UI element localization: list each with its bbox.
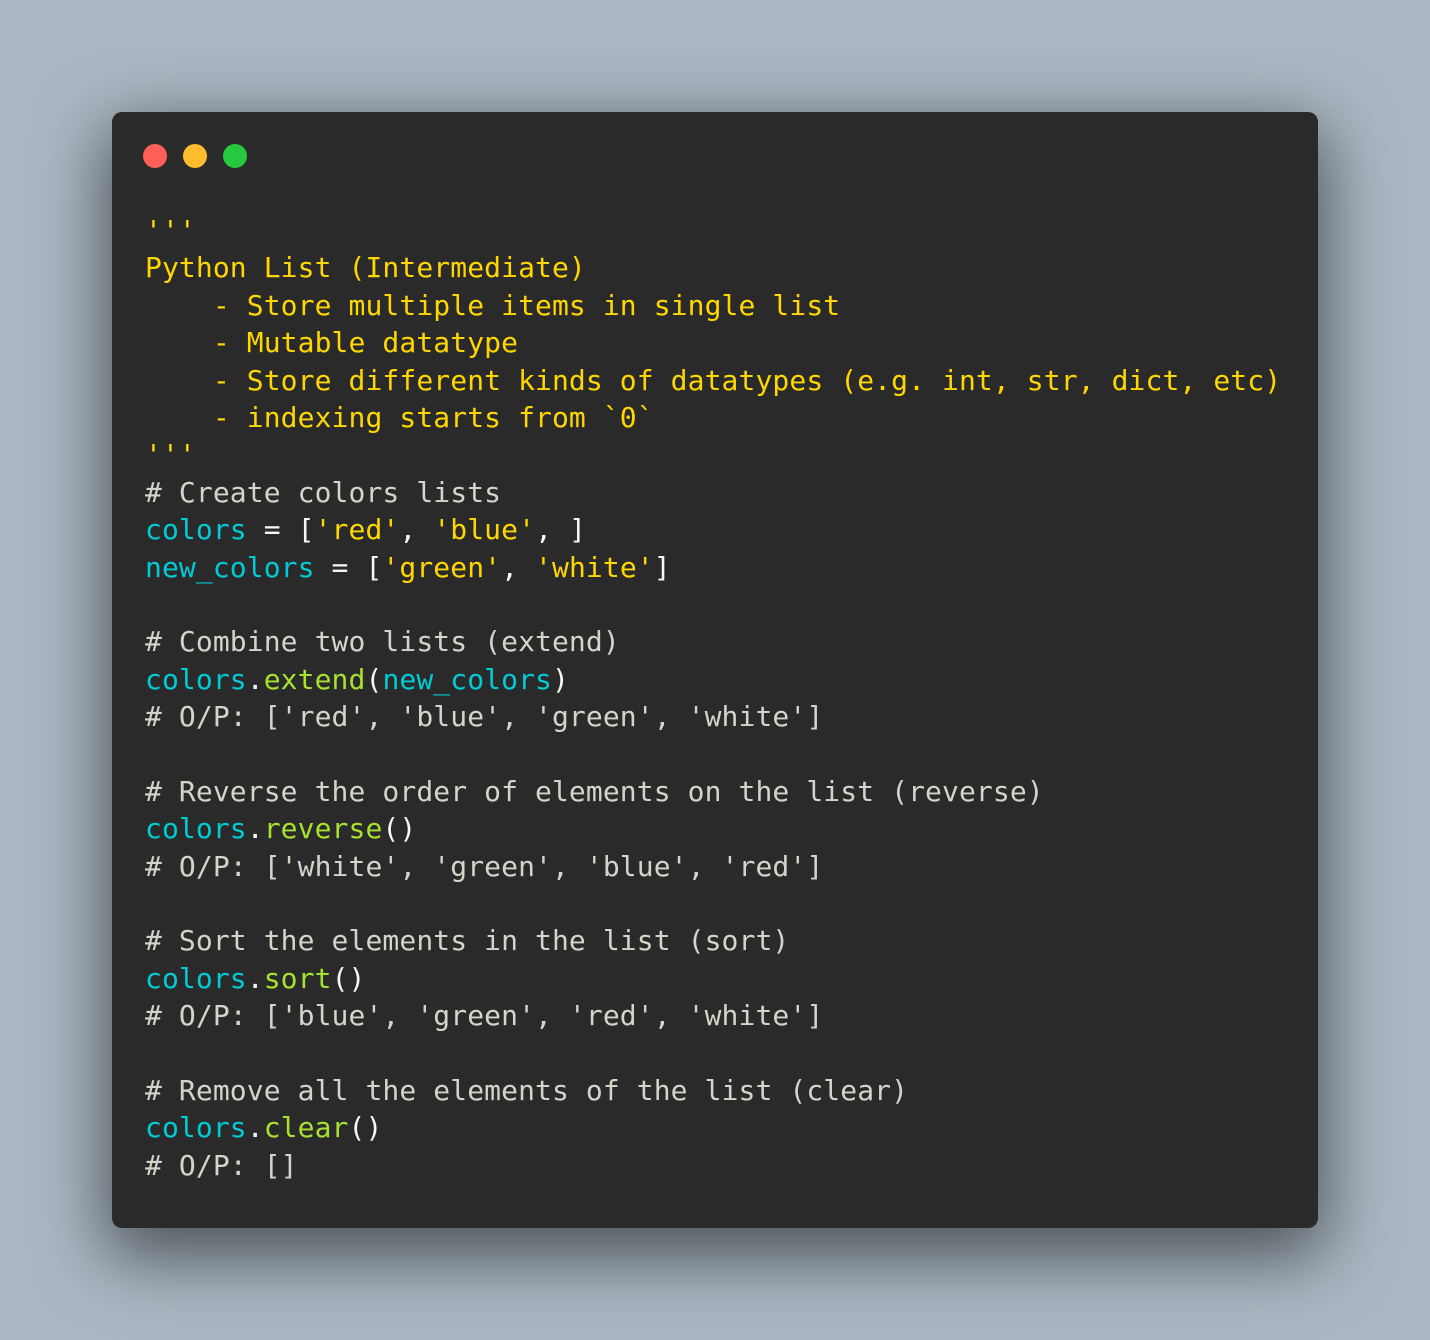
method-token: extend bbox=[263, 662, 366, 696]
comment-token: # Reverse the order of elements on the l… bbox=[145, 774, 1044, 808]
punctuation-token: . bbox=[246, 812, 264, 846]
variable-token: colors bbox=[145, 812, 247, 846]
comment-token: # Sort the elements in the list (sort) bbox=[145, 924, 790, 958]
code-line: # O/P: ['blue', 'green', 'red', 'white'] bbox=[145, 997, 1281, 1034]
punctuation-token: . bbox=[246, 1111, 264, 1145]
code-line: colors.extend(new_colors) bbox=[145, 661, 1281, 698]
code-line: # Create colors lists bbox=[145, 474, 1281, 511]
code-line: # Reverse the order of elements on the l… bbox=[145, 773, 1281, 810]
code-line: # O/P: ['red', 'blue', 'green', 'white'] bbox=[145, 698, 1281, 735]
punctuation-token: = [ bbox=[314, 550, 383, 584]
string-token: 'green' bbox=[382, 550, 502, 584]
docstring-token: ''' bbox=[145, 438, 196, 472]
method-token: sort bbox=[263, 961, 332, 995]
code-line: new_colors = ['green', 'white'] bbox=[145, 549, 1281, 586]
code-line: # O/P: ['white', 'green', 'blue', 'red'] bbox=[145, 848, 1281, 885]
comment-token: # O/P: ['white', 'green', 'blue', 'red'] bbox=[145, 849, 824, 883]
code-line: # Remove all the elements of the list (c… bbox=[145, 1072, 1281, 1109]
code-line: ''' bbox=[145, 212, 1281, 249]
comment-token: # O/P: [] bbox=[145, 1148, 298, 1182]
punctuation-token: = [ bbox=[246, 513, 315, 547]
comment-token: # Remove all the elements of the list (c… bbox=[145, 1073, 909, 1107]
code-line: colors.clear() bbox=[145, 1109, 1281, 1146]
punctuation-token: . bbox=[246, 961, 264, 995]
code-line: colors.reverse() bbox=[145, 810, 1281, 847]
code-line: - indexing starts from `0` bbox=[145, 399, 1281, 436]
docstring-token: - Store different kinds of datatypes (e.… bbox=[145, 363, 1282, 397]
punctuation-token: () bbox=[382, 812, 417, 846]
code-line: ''' bbox=[145, 436, 1281, 473]
code-line: colors = ['red', 'blue', ] bbox=[145, 511, 1281, 548]
comment-token: # Create colors lists bbox=[145, 475, 502, 509]
docstring-token: - Store multiple items in single list bbox=[145, 288, 841, 322]
variable-token: new_colors bbox=[145, 550, 315, 584]
punctuation-token: () bbox=[331, 961, 366, 995]
docstring-token: Python List (Intermediate) bbox=[145, 251, 586, 285]
code-line: - Store different kinds of datatypes (e.… bbox=[145, 362, 1281, 399]
docstring-token: - indexing starts from `0` bbox=[145, 400, 654, 434]
string-token: 'red' bbox=[314, 513, 400, 547]
page-background: { "window": { "controls": [ {"name": "cl… bbox=[0, 0, 1430, 1340]
method-token: reverse bbox=[263, 812, 383, 846]
variable-token: colors bbox=[145, 1111, 247, 1145]
window-controls bbox=[143, 144, 247, 168]
punctuation-token: ] bbox=[653, 550, 671, 584]
variable-token: colors bbox=[145, 662, 247, 696]
code-line: Python List (Intermediate) bbox=[145, 249, 1281, 286]
code-window: ''' Python List (Intermediate) - Store mu… bbox=[112, 112, 1318, 1228]
code-line: - Store multiple items in single list bbox=[145, 287, 1281, 324]
punctuation-token: () bbox=[348, 1111, 383, 1145]
method-token: clear bbox=[263, 1111, 349, 1145]
punctuation-token: , bbox=[501, 550, 536, 584]
comment-token: # O/P: ['red', 'blue', 'green', 'white'] bbox=[145, 700, 824, 734]
docstring-token: ''' bbox=[145, 214, 196, 247]
punctuation-token: , bbox=[399, 513, 434, 547]
code-line: - Mutable datatype bbox=[145, 324, 1281, 361]
punctuation-token: ) bbox=[552, 662, 569, 696]
punctuation-token: ( bbox=[365, 662, 383, 696]
variable-token: colors bbox=[145, 961, 247, 995]
variable-token: colors bbox=[145, 513, 247, 547]
code-block: ''' Python List (Intermediate) - Store mu… bbox=[145, 212, 1281, 1184]
string-token: 'white' bbox=[535, 550, 654, 584]
close-button[interactable] bbox=[143, 144, 167, 168]
comment-token: # O/P: ['blue', 'green', 'red', 'white'] bbox=[145, 999, 824, 1033]
minimize-button[interactable] bbox=[183, 144, 207, 168]
docstring-token: - Mutable datatype bbox=[145, 326, 519, 360]
code-line: colors.sort() bbox=[145, 960, 1281, 997]
code-line: # O/P: [] bbox=[145, 1147, 1281, 1184]
code-line: # Combine two lists (extend) bbox=[145, 623, 1281, 660]
string-token: 'blue' bbox=[433, 513, 536, 547]
punctuation-token: , ] bbox=[535, 513, 586, 547]
code-line: # Sort the elements in the list (sort) bbox=[145, 922, 1281, 959]
comment-token: # Combine two lists (extend) bbox=[145, 625, 620, 659]
maximize-button[interactable] bbox=[223, 144, 247, 168]
punctuation-token: . bbox=[246, 662, 264, 696]
variable-token: new_colors bbox=[382, 662, 553, 696]
